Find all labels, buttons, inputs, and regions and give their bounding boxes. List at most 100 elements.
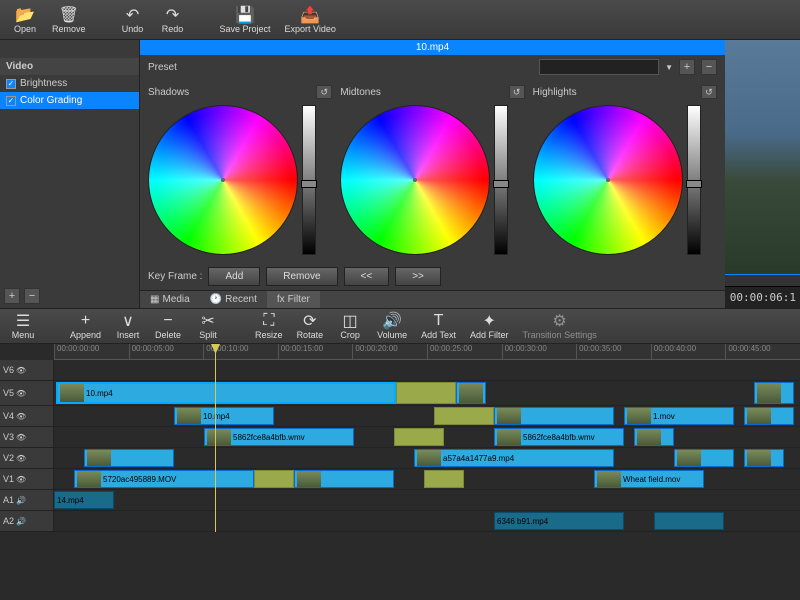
checkbox-icon[interactable]: ✓ — [6, 96, 16, 106]
add-filter-button[interactable]: ✦Add Filter — [464, 310, 515, 342]
clip-thumb — [597, 471, 621, 487]
clip-v5-main[interactable]: 10.mp4 — [56, 382, 396, 404]
export-icon: 📤 — [300, 6, 320, 24]
resize-button[interactable]: ⛶Resize — [249, 310, 289, 342]
delete-button[interactable]: −Delete — [149, 310, 187, 342]
clip-thumb — [757, 383, 781, 403]
clip-v5-2[interactable] — [456, 382, 486, 404]
clip-v2-3[interactable] — [674, 449, 734, 467]
clip-v3-trans[interactable] — [394, 428, 444, 446]
tab-filter[interactable]: fxFilter — [267, 291, 320, 308]
save-project-button[interactable]: 💾Save Project — [214, 4, 277, 36]
redo-button[interactable]: ↷Redo — [154, 4, 192, 36]
track-head-v3[interactable]: V3👁 — [0, 427, 54, 447]
keyframe-row: Key Frame : Add Remove << >> — [140, 263, 725, 290]
eye-icon[interactable]: 👁 — [16, 389, 26, 397]
track-head-a1[interactable]: A1🔊 — [0, 490, 54, 510]
clip-thumb — [497, 408, 521, 424]
midtones-luma-slider[interactable] — [494, 105, 508, 255]
tab-recent[interactable]: 🕐Recent — [200, 291, 267, 308]
checkbox-icon[interactable]: ✓ — [6, 79, 16, 89]
highlights-color-wheel[interactable] — [533, 105, 683, 255]
keyframe-add-button[interactable]: Add — [208, 267, 260, 286]
clip-v3-2[interactable]: 5862fce8a4bfb.wmv — [494, 428, 624, 446]
speaker-icon[interactable]: 🔊 — [16, 496, 26, 504]
eye-icon[interactable]: 👁 — [16, 475, 26, 483]
shadows-color-wheel[interactable] — [148, 105, 298, 255]
insert-button[interactable]: ∨Insert — [109, 310, 147, 342]
clip-a1[interactable]: 14.mp4 — [54, 491, 114, 509]
clip-title: 10.mp4 — [140, 40, 725, 55]
eye-icon[interactable]: 👁 — [16, 366, 26, 374]
eye-icon[interactable]: 👁 — [16, 454, 26, 462]
clip-v5-3[interactable] — [754, 382, 794, 404]
preset-remove-button[interactable]: − — [701, 59, 717, 75]
midtones-color-wheel[interactable] — [340, 105, 490, 255]
track-head-v2[interactable]: V2👁 — [0, 448, 54, 468]
clip-v4-1[interactable]: 10.mp4 — [174, 407, 274, 425]
preset-add-button[interactable]: + — [679, 59, 695, 75]
clip-v3-1[interactable]: 5862fce8a4bfb.wmv — [204, 428, 354, 446]
keyframe-prev-button[interactable]: << — [344, 267, 390, 286]
clip-thumb — [627, 408, 651, 424]
highlights-reset-button[interactable]: ↺ — [701, 85, 717, 99]
track-head-v6[interactable]: V6👁 — [0, 360, 54, 380]
sidebar-item-brightness[interactable]: ✓Brightness — [0, 75, 139, 92]
playhead[interactable] — [215, 344, 216, 532]
timeline-ruler[interactable]: 00:00:00:0000:00:05:0000:00:10:0000:00:1… — [54, 344, 800, 360]
menu-button[interactable]: ☰Menu — [4, 310, 42, 342]
add-filter-button[interactable]: + — [4, 288, 20, 304]
split-button[interactable]: ✂Split — [189, 310, 227, 342]
clip-a2-2[interactable] — [654, 512, 724, 530]
clip-v1-1[interactable]: 5720ac495889.MOV — [74, 470, 254, 488]
preview-scrubber[interactable] — [725, 274, 800, 286]
clip-v5-trans[interactable] — [396, 382, 456, 404]
add-text-button[interactable]: TAdd Text — [415, 310, 462, 342]
clip-v2-2[interactable]: a57a4a1477a9.mp4 — [414, 449, 614, 467]
track-head-v1[interactable]: V1👁 — [0, 469, 54, 489]
clip-v1-3[interactable]: Wheat field.mov — [594, 470, 704, 488]
append-button[interactable]: +Append — [64, 310, 107, 342]
keyframe-remove-button[interactable]: Remove — [266, 267, 337, 286]
tab-media[interactable]: ▦Media — [140, 291, 200, 308]
export-video-button[interactable]: 📤Export Video — [279, 4, 342, 36]
eye-icon[interactable]: 👁 — [16, 412, 26, 420]
clip-v1-trans1[interactable] — [254, 470, 294, 488]
clip-v4-trans[interactable] — [434, 407, 494, 425]
clip-v3-3[interactable] — [634, 428, 674, 446]
speaker-icon[interactable]: 🔊 — [16, 517, 26, 525]
track-head-v4[interactable]: V4👁 — [0, 406, 54, 426]
clip-a2[interactable]: 6346 b91.mp4 — [494, 512, 624, 530]
shadows-luma-slider[interactable] — [302, 105, 316, 255]
shadows-reset-button[interactable]: ↺ — [316, 85, 332, 99]
keyframe-next-button[interactable]: >> — [395, 267, 441, 286]
eye-icon[interactable]: 👁 — [16, 433, 26, 441]
preview-viewport[interactable] — [725, 40, 800, 274]
track-head-v5[interactable]: V5👁 — [0, 381, 54, 405]
preset-dropdown-icon[interactable]: ▼ — [665, 63, 673, 72]
crop-button[interactable]: ◫Crop — [331, 310, 369, 342]
track-head-a2[interactable]: A2🔊 — [0, 511, 54, 531]
clip-v1-trans2[interactable] — [424, 470, 464, 488]
midtones-group: Midtones↺ — [340, 83, 524, 259]
clip-v4-4[interactable] — [744, 407, 794, 425]
transition-settings-button[interactable]: ⚙Transition Settings — [517, 310, 603, 342]
clip-v2-4[interactable] — [744, 449, 784, 467]
undo-button[interactable]: ↶Undo — [114, 4, 152, 36]
remove-button[interactable]: 🗑Remove — [46, 4, 92, 36]
open-button[interactable]: 📂Open — [6, 4, 44, 36]
clip-thumb — [677, 450, 701, 466]
preset-select[interactable] — [539, 59, 659, 75]
filter-icon: fx — [277, 294, 285, 305]
minus-icon: − — [163, 312, 172, 330]
highlights-luma-slider[interactable] — [687, 105, 701, 255]
volume-button[interactable]: 🔊Volume — [371, 310, 413, 342]
rotate-button[interactable]: ⟳Rotate — [291, 310, 330, 342]
clip-v2-1[interactable] — [84, 449, 174, 467]
clip-v4-2[interactable] — [494, 407, 614, 425]
sidebar-item-color-grading[interactable]: ✓Color Grading — [0, 92, 139, 109]
remove-filter-button[interactable]: − — [24, 288, 40, 304]
clip-v4-3[interactable]: 1.mov — [624, 407, 734, 425]
midtones-reset-button[interactable]: ↺ — [509, 85, 525, 99]
clip-v1-2[interactable] — [294, 470, 394, 488]
